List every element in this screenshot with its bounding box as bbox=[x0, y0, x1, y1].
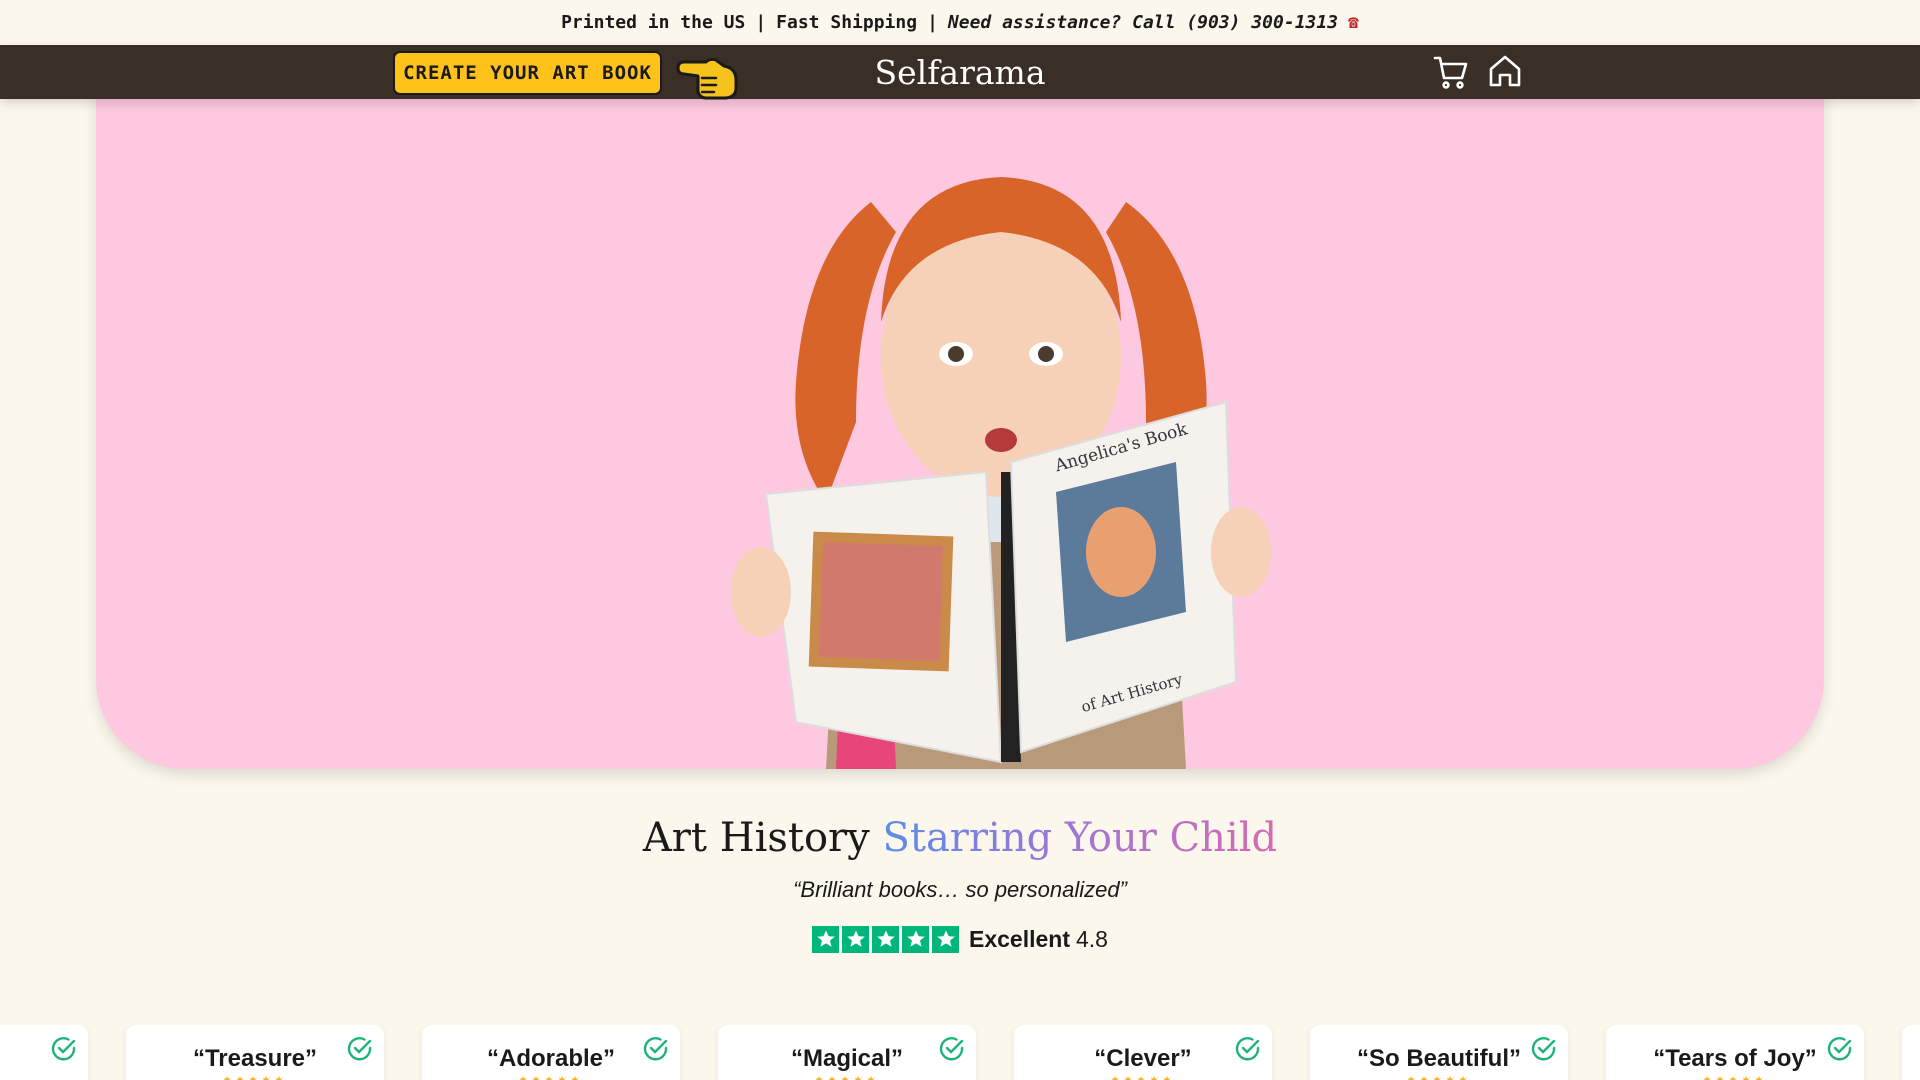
page-title: Art History Starring Your Child bbox=[0, 815, 1920, 861]
testimonial-quote: “Brilliant books… so personalized” bbox=[793, 877, 1127, 902]
review-stars: ★★★★★ bbox=[1014, 1075, 1272, 1080]
headline-plain: Art History bbox=[642, 815, 870, 861]
rating-label: Excellent bbox=[969, 925, 1070, 952]
printed-in-us-text: Printed in the US bbox=[561, 12, 746, 33]
verified-check-icon bbox=[347, 1037, 372, 1061]
review-stars: ★★★★★ bbox=[1606, 1075, 1864, 1080]
review-carousel[interactable]: g” ★★★★★ “Treasure” ★★★★★ “Adorable” ★★★… bbox=[0, 1025, 1920, 1080]
hero-banner: Angelica's Book of Art History bbox=[96, 82, 1824, 769]
star-icon bbox=[872, 925, 899, 953]
review-stars: ★★★★★ bbox=[126, 1075, 384, 1080]
brand-logo[interactable]: Selfarama bbox=[875, 53, 1046, 92]
verified-check-icon bbox=[939, 1037, 964, 1061]
star-icon bbox=[932, 925, 959, 953]
cart-icon[interactable] bbox=[1432, 53, 1470, 91]
star-icon bbox=[812, 925, 839, 953]
create-art-book-button[interactable]: CREATE YOUR ART BOOK bbox=[393, 51, 662, 95]
verified-check-icon bbox=[643, 1037, 668, 1061]
verified-check-icon bbox=[1235, 1037, 1260, 1061]
girl-reading-book-image: Angelica's Book of Art History bbox=[731, 177, 1271, 769]
review-card[interactable]: “Tears of Joy” ★★★★★ bbox=[1606, 1025, 1864, 1080]
review-card[interactable]: “Adorable” ★★★★★ bbox=[422, 1025, 680, 1080]
review-card[interactable]: “So Beautiful” ★★★★★ bbox=[1310, 1025, 1568, 1080]
star-icon bbox=[842, 925, 869, 953]
review-card[interactable]: “Treasure” ★★★★★ bbox=[126, 1025, 384, 1080]
assistance-phone-link[interactable]: Need assistance? Call (903) 300-1313 bbox=[948, 12, 1338, 33]
rating-stars bbox=[812, 925, 959, 953]
review-card[interactable]: g” ★★★★★ bbox=[0, 1025, 88, 1080]
telephone-icon: ☎ bbox=[1348, 12, 1359, 33]
navbar: CREATE YOUR ART BOOK Selfarama bbox=[0, 45, 1920, 100]
separator: | bbox=[755, 12, 767, 33]
fast-shipping-text: Fast Shipping bbox=[776, 12, 918, 33]
review-stars: ★★★★★ bbox=[1310, 1075, 1568, 1080]
pointing-hand-icon bbox=[676, 57, 738, 100]
verified-check-icon bbox=[1531, 1037, 1556, 1061]
review-card[interactable] bbox=[1902, 1025, 1920, 1080]
review-card[interactable]: “Clever” ★★★★★ bbox=[1014, 1025, 1272, 1080]
verified-check-icon bbox=[1827, 1037, 1852, 1061]
review-stars: ★★★★★ bbox=[718, 1075, 976, 1080]
review-stars: ★★★★★ bbox=[0, 1075, 88, 1080]
home-icon[interactable] bbox=[1486, 52, 1524, 90]
trustpilot-rating[interactable]: Excellent 4.8 bbox=[0, 924, 1920, 954]
rating-score: 4.8 bbox=[1076, 925, 1108, 952]
verified-check-icon bbox=[51, 1037, 76, 1061]
review-card[interactable]: “Magical” ★★★★★ bbox=[718, 1025, 976, 1080]
announcement-bar: Printed in the US | Fast Shipping | Need… bbox=[0, 0, 1920, 45]
separator: | bbox=[927, 12, 938, 33]
headline-accent: Starring Your Child bbox=[882, 815, 1278, 861]
star-icon bbox=[902, 925, 929, 953]
review-stars: ★★★★★ bbox=[422, 1075, 680, 1080]
